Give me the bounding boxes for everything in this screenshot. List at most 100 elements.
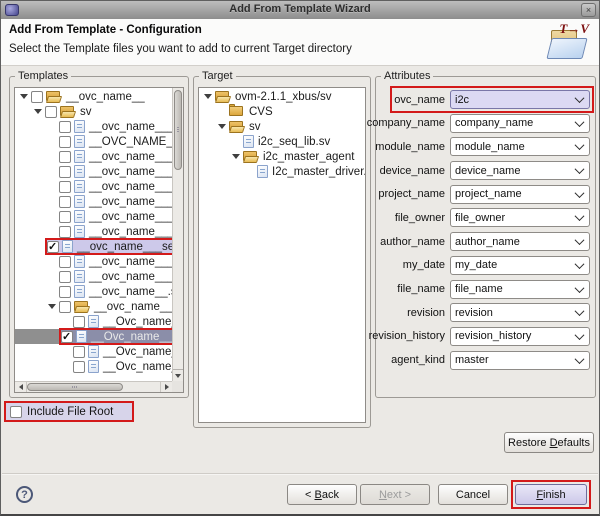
expander-icon[interactable] bbox=[45, 304, 59, 309]
checkbox[interactable] bbox=[73, 316, 85, 328]
chevron-down-icon[interactable] bbox=[570, 257, 589, 274]
attribute-label: project_name bbox=[378, 188, 445, 200]
wizard-dialog: Add From Template Wizard × Add From Temp… bbox=[0, 0, 600, 516]
tree-item[interactable]: __ovc_name___inter bbox=[15, 224, 172, 239]
horizontal-scrollbar[interactable] bbox=[15, 381, 172, 392]
tree-item-label: __ovc_name____ag bbox=[93, 301, 172, 313]
expander-icon[interactable] bbox=[229, 154, 243, 159]
attribute-combobox[interactable]: file_owner bbox=[450, 208, 590, 227]
expander-icon[interactable] bbox=[201, 94, 215, 99]
tree-item[interactable]: __ovc_name___sequ bbox=[15, 209, 172, 224]
logo-text: T→V bbox=[559, 21, 589, 37]
tree-item[interactable]: __ovc_name___type bbox=[15, 149, 172, 164]
folder-open-icon bbox=[46, 91, 62, 102]
scroll-down-icon[interactable] bbox=[173, 369, 183, 381]
tree-item[interactable]: __ovc_name___sequ bbox=[15, 269, 172, 284]
tree-item[interactable]: __ovc_name___bus_ bbox=[15, 179, 172, 194]
checkbox[interactable] bbox=[73, 361, 85, 373]
checkbox[interactable] bbox=[59, 121, 71, 133]
chevron-down-icon[interactable] bbox=[570, 233, 589, 250]
checkbox[interactable] bbox=[45, 106, 57, 118]
attribute-combobox[interactable]: my_date bbox=[450, 256, 590, 275]
chevron-down-icon[interactable] bbox=[570, 162, 589, 179]
attribute-combobox[interactable]: project_name bbox=[450, 185, 590, 204]
expander-icon[interactable] bbox=[17, 94, 31, 99]
tree-item[interactable]: i2c_master_agent bbox=[199, 149, 365, 164]
chevron-down-icon[interactable] bbox=[570, 209, 589, 226]
checkbox[interactable] bbox=[59, 166, 71, 178]
attribute-combobox[interactable]: revision bbox=[450, 303, 590, 322]
tree-item[interactable]: __ovc_name___bus_ bbox=[15, 119, 172, 134]
tree-item[interactable]: __Ovc_name____ bbox=[15, 344, 172, 359]
checkbox[interactable] bbox=[59, 151, 71, 163]
tree-item[interactable]: i2c_seq_lib.sv bbox=[199, 134, 365, 149]
attribute-combobox[interactable]: master bbox=[450, 351, 590, 370]
attribute-combobox[interactable]: revision_history bbox=[450, 327, 590, 346]
restore-defaults-button[interactable]: Restore Defaults bbox=[504, 432, 594, 453]
tree-item-label: __ovc_name___inter bbox=[88, 256, 172, 268]
tree-item[interactable]: I2c_master_driver.sv bbox=[199, 164, 365, 179]
checkbox[interactable] bbox=[73, 346, 85, 358]
vertical-scrollbar[interactable] bbox=[172, 88, 183, 381]
checkbox[interactable] bbox=[59, 286, 71, 298]
scroll-right-icon[interactable] bbox=[160, 382, 172, 392]
include-file-root-option[interactable]: Include File Root bbox=[4, 401, 134, 422]
close-icon[interactable]: × bbox=[581, 3, 596, 17]
include-file-root-checkbox[interactable] bbox=[10, 406, 22, 418]
tree-item[interactable]: __Ovc_name____ bbox=[15, 359, 172, 374]
tree-item[interactable]: sv bbox=[199, 119, 365, 134]
expander-icon[interactable] bbox=[215, 124, 229, 129]
attribute-combobox[interactable]: company_name bbox=[450, 114, 590, 133]
attribute-combobox[interactable]: device_name bbox=[450, 161, 590, 180]
file-icon bbox=[257, 165, 268, 178]
chevron-down-icon[interactable] bbox=[570, 138, 589, 155]
attribute-combobox[interactable]: author_name bbox=[450, 232, 590, 251]
tree-item[interactable]: __ovc_name__ bbox=[15, 89, 172, 104]
highlight-box: __ovc_name___seq_ bbox=[45, 238, 172, 255]
back-button[interactable]: < Back bbox=[287, 484, 357, 505]
checkbox[interactable] bbox=[59, 181, 71, 193]
checkbox[interactable] bbox=[59, 301, 71, 313]
tree-item[interactable]: __ovc_name___tran bbox=[15, 194, 172, 209]
tree-item[interactable]: __ovc_name__.svh bbox=[15, 284, 172, 299]
chevron-down-icon[interactable] bbox=[570, 328, 589, 345]
checkbox[interactable] bbox=[59, 226, 71, 238]
tree-item[interactable]: __ovc_name____ag bbox=[15, 299, 172, 314]
scrollbar-thumb[interactable] bbox=[174, 90, 182, 170]
template-wizard-logo-icon: T→V bbox=[547, 23, 589, 61]
attribute-combobox[interactable]: file_name bbox=[450, 280, 590, 299]
checkbox[interactable] bbox=[59, 136, 71, 148]
tree-item-selected[interactable]: __ovc_name___seq_ bbox=[15, 239, 172, 254]
tree-item[interactable]: __ovc_name___inter bbox=[15, 254, 172, 269]
expander-icon[interactable] bbox=[31, 109, 45, 114]
checkbox[interactable] bbox=[59, 211, 71, 223]
checkbox[interactable] bbox=[59, 271, 71, 283]
checkbox[interactable] bbox=[59, 196, 71, 208]
chevron-down-icon[interactable] bbox=[570, 91, 589, 108]
chevron-down-icon[interactable] bbox=[570, 186, 589, 203]
tree-item[interactable]: __Ovc_name____ bbox=[15, 314, 172, 329]
tree-item[interactable]: __OVC_NAME___env bbox=[15, 134, 172, 149]
attribute-combobox[interactable]: module_name bbox=[450, 137, 590, 156]
checkbox[interactable] bbox=[59, 256, 71, 268]
tree-item[interactable]: sv bbox=[15, 104, 172, 119]
tree-item[interactable]: __ovc_name___env. bbox=[15, 164, 172, 179]
checkbox[interactable] bbox=[31, 91, 43, 103]
chevron-down-icon[interactable] bbox=[570, 304, 589, 321]
chevron-down-icon[interactable] bbox=[570, 115, 589, 132]
scrollbar-thumb[interactable] bbox=[27, 383, 123, 391]
finish-button[interactable]: Finish bbox=[515, 484, 587, 505]
attribute-combobox[interactable]: i2c bbox=[450, 90, 590, 109]
checkbox-checked[interactable] bbox=[61, 331, 73, 343]
cancel-button[interactable]: Cancel bbox=[438, 484, 508, 505]
chevron-down-icon[interactable] bbox=[570, 281, 589, 298]
attribute-label: ovc_name bbox=[394, 94, 445, 106]
tree-item[interactable]: ovm-2.1.1_xbus/sv bbox=[199, 89, 365, 104]
help-icon[interactable]: ? bbox=[16, 486, 33, 503]
checkbox-checked[interactable] bbox=[47, 241, 59, 253]
scroll-left-icon[interactable] bbox=[15, 382, 27, 392]
chevron-down-icon[interactable] bbox=[570, 352, 589, 369]
tree-item-selected[interactable]: __Ovc_name____ bbox=[15, 329, 172, 344]
file-icon bbox=[88, 315, 99, 328]
tree-item[interactable]: CVS bbox=[199, 104, 365, 119]
